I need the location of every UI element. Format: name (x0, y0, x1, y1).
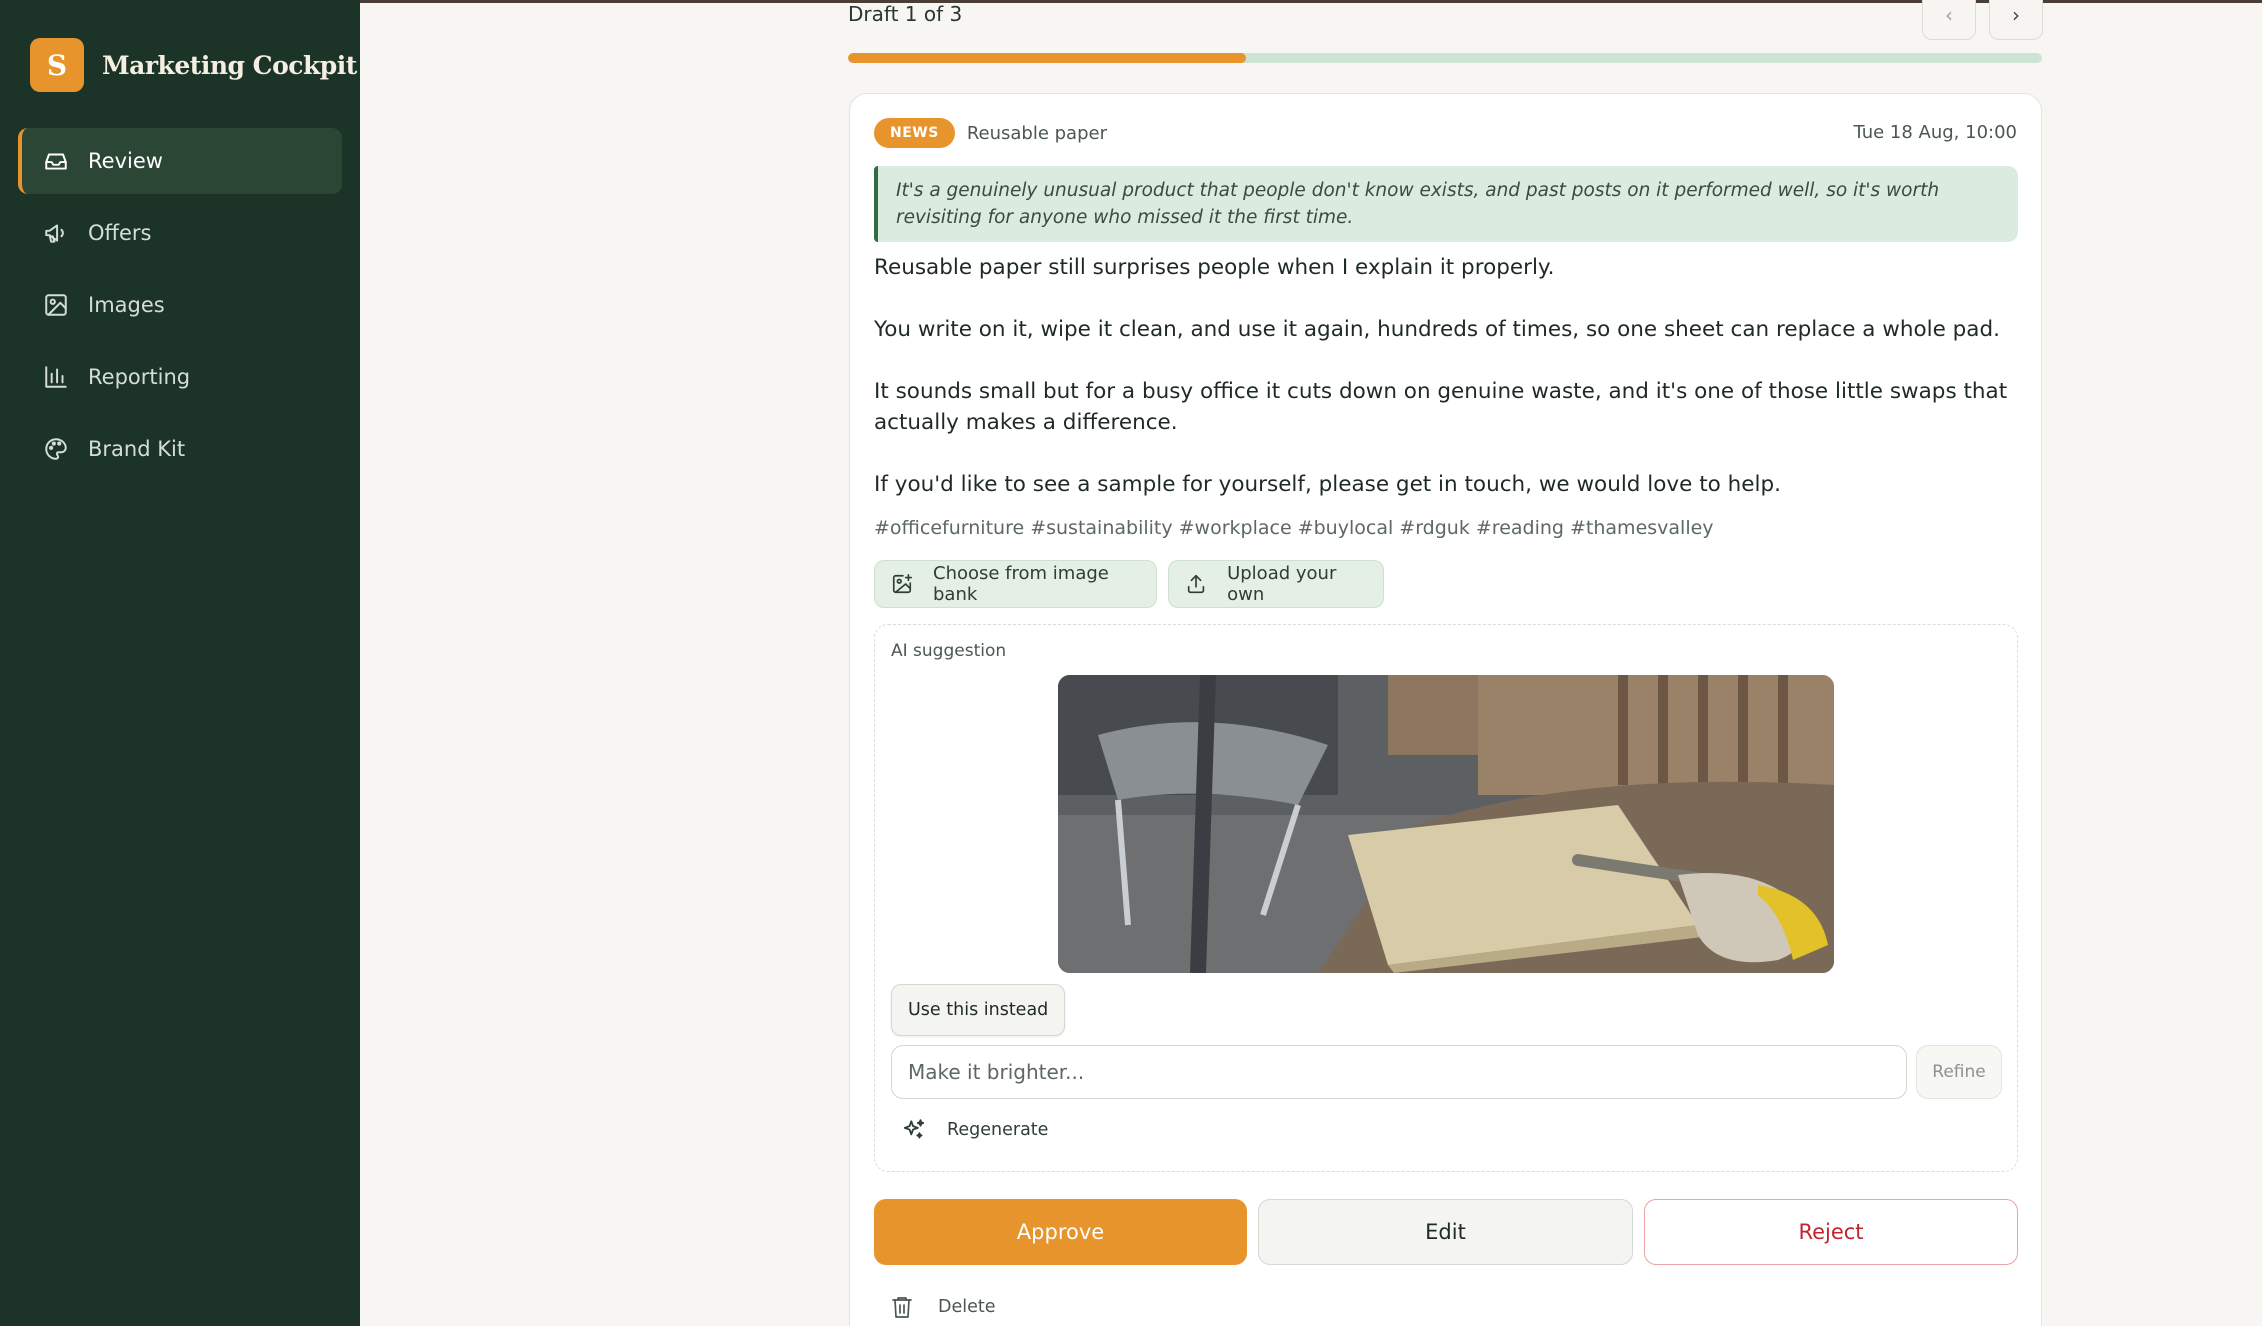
ai-suggestion-panel: AI suggestion Use this instead Make it b… (874, 624, 2018, 1172)
suggested-image-photo (1058, 675, 1834, 973)
next-draft-button[interactable]: › (1989, 0, 2043, 40)
sidebar-item-brand-kit[interactable]: Brand Kit (18, 416, 342, 482)
regenerate-button[interactable]: Regenerate (901, 1117, 1048, 1143)
choose-from-image-bank-button[interactable]: Choose from image bank (874, 560, 1157, 608)
category-badge: NEWS (874, 118, 955, 148)
sidebar-item-label: Brand Kit (88, 437, 186, 461)
button-label: Upload your own (1227, 563, 1337, 605)
edit-button[interactable]: Edit (1258, 1199, 1633, 1265)
scheduled-date: Tue 18 Aug, 10:00 (1853, 122, 2017, 143)
button-label: Choose from image bank (933, 563, 1109, 605)
approve-button[interactable]: Approve (874, 1199, 1247, 1265)
use-this-instead-button[interactable]: Use this instead (891, 984, 1066, 1036)
post-hashtags: #officefurniture #sustainability #workpl… (874, 517, 1714, 539)
app-name: Marketing Cockpit (102, 50, 357, 80)
sparkles-icon (903, 1119, 925, 1139)
refine-prompt-input[interactable] (891, 1045, 1907, 1099)
brand[interactable]: S Marketing Cockpit (30, 38, 357, 92)
reject-button[interactable]: Reject (1644, 1199, 2018, 1265)
sidebar-item-images[interactable]: Images (18, 272, 342, 338)
delete-label: Delete (938, 1297, 996, 1317)
draft-progress-fill (848, 53, 1246, 63)
megaphone-icon (42, 219, 70, 247)
sidebar-item-label: Reporting (88, 365, 191, 389)
post-paragraph: If you'd like to see a sample for yourse… (874, 472, 1781, 497)
sidebar-item-reporting[interactable]: Reporting (18, 344, 342, 410)
draft-progress-bar (848, 53, 2042, 63)
post-paragraph: It sounds small but for a busy office it… (874, 379, 2008, 435)
bar-chart-icon (42, 363, 70, 391)
draft-counter: Draft 1 of 3 (848, 2, 963, 26)
upload-your-own-button[interactable]: Upload your own (1168, 560, 1384, 608)
draft-post-card: NEWS Reusable paper Tue 18 Aug, 10:00 It… (849, 93, 2042, 1326)
post-rationale: It's a genuinely unusual product that pe… (874, 166, 2018, 242)
previous-draft-button[interactable]: ‹ (1922, 0, 1976, 40)
sidebar-item-label: Images (88, 293, 165, 317)
chevron-left-icon: ‹ (1945, 3, 1953, 27)
chevron-right-icon: › (2012, 3, 2020, 27)
post-paragraph: You write on it, wipe it clean, and use … (874, 317, 2000, 342)
sidebar-nav: Review Offers Images Reporting Brand Kit (18, 128, 342, 488)
brand-logo: S (30, 38, 84, 92)
post-paragraph: Reusable paper still surprises people wh… (874, 255, 1555, 280)
sidebar-item-label: Review (88, 149, 163, 173)
sidebar-item-offers[interactable]: Offers (18, 200, 342, 266)
post-meta: NEWS Reusable paper (874, 118, 1107, 148)
palette-icon (42, 435, 70, 463)
ai-suggestion-label: AI suggestion (891, 641, 1007, 661)
regenerate-label: Regenerate (947, 1120, 1049, 1140)
delete-button[interactable]: Delete (890, 1294, 996, 1320)
sidebar-item-review[interactable]: Review (18, 128, 342, 194)
image-icon (42, 291, 70, 319)
post-body[interactable]: Reusable paper still surprises people wh… (874, 252, 2024, 531)
inbox-icon (42, 147, 70, 175)
refine-button[interactable]: Refine (1916, 1045, 2002, 1099)
suggested-image[interactable] (1058, 675, 1834, 973)
image-plus-icon (892, 574, 912, 594)
post-topic: Reusable paper (966, 122, 1107, 144)
sidebar: S Marketing Cockpit Review Offers Images (0, 0, 360, 1326)
trash-icon (892, 1297, 912, 1318)
sidebar-item-label: Offers (88, 221, 152, 245)
upload-icon (1187, 574, 1205, 594)
